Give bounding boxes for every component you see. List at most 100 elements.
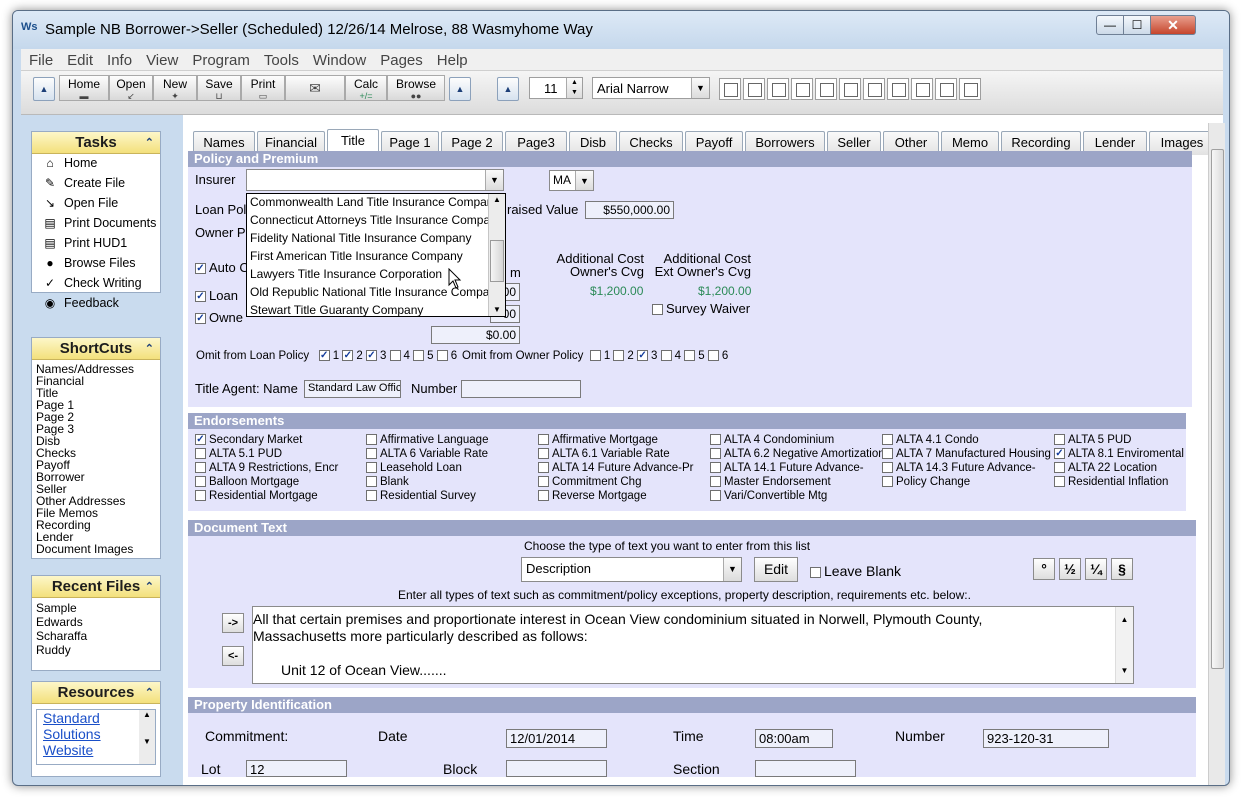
endorsement-item[interactable]: ALTA 9 Restrictions, Encr [195, 461, 338, 475]
menu-window[interactable]: Window [305, 49, 372, 69]
font-size-spinner[interactable]: 11 ▲ ▼ [529, 77, 583, 99]
owner-checkbox-row[interactable]: ✓ Owne [195, 310, 243, 325]
loan-checkbox[interactable]: ✓ [195, 291, 206, 303]
omit-loan-4-checkbox[interactable] [389, 350, 401, 362]
endorsement-item[interactable]: Residential Mortgage [195, 489, 318, 503]
omit-loan-6-checkbox[interactable] [436, 350, 448, 362]
insurer-dropdown-list[interactable]: Commonwealth Land Title Insurance Compan… [246, 193, 506, 317]
endorsement-checkbox[interactable] [366, 434, 377, 446]
close-button[interactable]: ✕ [1150, 15, 1196, 35]
format-collapse-up-icon[interactable]: ▲ [497, 77, 519, 101]
endorsement-checkbox[interactable] [710, 434, 721, 446]
insurer-option[interactable]: Commonwealth Land Title Insurance Compan… [247, 194, 505, 212]
endorsement-item[interactable]: Balloon Mortgage [195, 475, 299, 489]
endorsement-checkbox[interactable]: ✓ [1054, 448, 1065, 460]
omit-loan-1-checkbox[interactable]: ✓ [318, 350, 330, 362]
menu-file[interactable]: File [21, 49, 59, 69]
survey-waiver-checkbox[interactable] [652, 304, 663, 316]
insurer-option[interactable]: Lawyers Title Insurance Corporation [247, 266, 505, 284]
endorsement-item[interactable]: Leasehold Loan [366, 461, 462, 475]
resources-link-line[interactable]: Standard [37, 710, 155, 726]
lot-field[interactable]: 12 [246, 760, 347, 777]
main-scrollbar[interactable] [1208, 123, 1225, 785]
endorsement-checkbox[interactable] [538, 490, 549, 502]
omit-loan-5-checkbox[interactable] [413, 350, 425, 362]
menu-edit[interactable]: Edit [59, 49, 99, 69]
border-style-6-icon[interactable] [839, 78, 861, 100]
map-button[interactable]: ✉ [285, 75, 345, 101]
border-style-2-icon[interactable] [743, 78, 765, 100]
endorsement-checkbox[interactable] [538, 448, 549, 460]
endorsement-checkbox[interactable] [195, 448, 206, 460]
border-style-1-icon[interactable] [719, 78, 741, 100]
endorsement-item[interactable]: Commitment Chg [538, 475, 641, 489]
endorsement-item[interactable]: Residential Inflation [1054, 475, 1168, 489]
scroll-up-icon[interactable]: ▲ [489, 194, 505, 206]
endorsement-checkbox[interactable] [538, 434, 549, 446]
endorsement-checkbox[interactable] [195, 476, 206, 488]
endorsement-item[interactable]: Master Endorsement [710, 475, 831, 489]
collapse-icon[interactable]: ⌃ [145, 682, 154, 704]
save-button[interactable]: Save ⊔ [197, 75, 241, 101]
endorsement-item[interactable]: ✓ Secondary Market [195, 433, 302, 447]
menu-help[interactable]: Help [429, 49, 474, 69]
endorsement-item[interactable]: ✓ ALTA 8.1 Enviromental [1054, 447, 1184, 461]
menu-tools[interactable]: Tools [256, 49, 305, 69]
shortcuts-header[interactable]: ShortCuts ⌃ [32, 338, 160, 360]
menu-program[interactable]: Program [184, 49, 256, 69]
collapse-icon[interactable]: ⌃ [145, 132, 154, 154]
menu-info[interactable]: Info [99, 49, 138, 69]
resources-scrollbar[interactable]: ▲ ▼ [139, 710, 155, 764]
resources-header[interactable]: Resources ⌃ [32, 682, 160, 704]
loan-checkbox-row[interactable]: ✓ Loan [195, 288, 238, 303]
recent-file-item[interactable]: Sample [32, 601, 160, 615]
new-button[interactable]: New ✦ [153, 75, 197, 101]
menu-pages[interactable]: Pages [372, 49, 429, 69]
resources-link-line[interactable]: Solutions [37, 726, 155, 742]
dropdown-scrollbar[interactable]: ▲ ▼ [488, 194, 505, 316]
document-text-area[interactable]: All that certain premises and proportion… [252, 606, 1134, 684]
endorsement-checkbox[interactable] [538, 462, 549, 474]
section-field[interactable] [755, 760, 856, 777]
endorsement-item[interactable]: ALTA 6 Variable Rate [366, 447, 488, 461]
endorsement-checkbox[interactable] [882, 434, 893, 446]
endorsement-item[interactable]: Reverse Mortgage [538, 489, 647, 503]
endorsement-checkbox[interactable] [882, 476, 893, 488]
endorsement-item[interactable]: Affirmative Mortgage [538, 433, 658, 447]
endorsement-item[interactable]: Vari/Convertible Mtg [710, 489, 827, 503]
endorsement-checkbox[interactable] [710, 448, 721, 460]
omit-owner-5-checkbox[interactable] [684, 350, 696, 362]
commitment-date-field[interactable]: 12/01/2014 [506, 729, 607, 748]
scroll-down-icon[interactable]: ▼ [489, 304, 505, 316]
open-button[interactable]: Open ↙ [109, 75, 153, 101]
endorsement-checkbox[interactable] [882, 462, 893, 474]
collapse-icon[interactable]: ⌃ [145, 338, 154, 360]
omit-owner-2-checkbox[interactable] [613, 350, 625, 362]
toolbar-scroll-up-icon[interactable]: ▲ [449, 77, 471, 101]
border-style-11-icon[interactable] [959, 78, 981, 100]
dropdown-scroll-thumb[interactable] [490, 240, 504, 282]
appraised-value-field[interactable]: $550,000.00 [585, 201, 674, 219]
endorsement-item[interactable]: ALTA 4.1 Condo [882, 433, 979, 447]
toolbar-collapse-up-icon[interactable]: ▲ [33, 77, 55, 101]
endorsement-checkbox[interactable] [710, 462, 721, 474]
total-premium-field[interactable]: $0.00 [431, 326, 520, 344]
border-style-5-icon[interactable] [815, 78, 837, 100]
degree-symbol-button[interactable]: ° [1033, 558, 1055, 580]
endorsement-item[interactable]: Affirmative Language [366, 433, 488, 447]
task-home[interactable]: ⌂ Home [32, 154, 160, 174]
task-feedback[interactable]: ◉ Feedback [32, 294, 160, 314]
text-type-select[interactable]: Description ▼ [521, 557, 742, 582]
owner-checkbox[interactable]: ✓ [195, 313, 206, 325]
shortcut-document-images[interactable]: Document Images [32, 543, 160, 555]
endorsement-checkbox[interactable] [1054, 462, 1065, 474]
recent-file-item[interactable]: Scharaffa [32, 629, 160, 643]
endorsement-checkbox[interactable] [882, 448, 893, 460]
scroll-down-icon[interactable]: ▼ [1116, 662, 1133, 679]
chevron-down-icon[interactable]: ▼ [723, 558, 741, 581]
commitment-number-field[interactable]: 923-120-31 [983, 729, 1109, 748]
omit-owner-6-checkbox[interactable] [707, 350, 719, 362]
border-style-7-icon[interactable] [863, 78, 885, 100]
endorsement-checkbox[interactable] [366, 462, 377, 474]
endorsement-item[interactable]: ALTA 6.1 Variable Rate [538, 447, 670, 461]
